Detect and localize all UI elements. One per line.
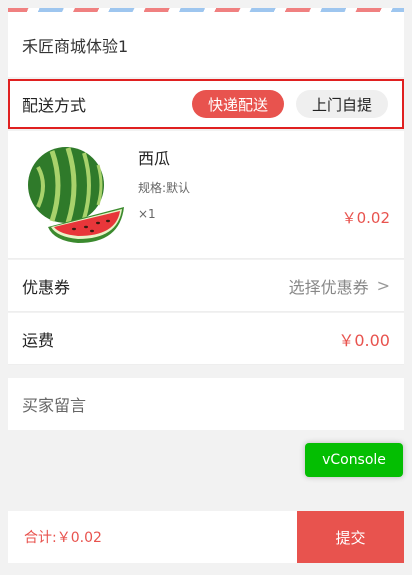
product-spec: 规格:默认 [138, 181, 191, 195]
submit-button[interactable]: 提交 [297, 511, 404, 563]
buyer-message-input[interactable]: 买家留言 [8, 378, 404, 430]
checkout-footer: 合计:￥0.02 提交 [8, 511, 404, 563]
product-quantity: ×1 [138, 207, 156, 221]
buyer-message-placeholder: 买家留言 [22, 396, 87, 415]
delivery-label: 配送方式 [22, 96, 87, 115]
coupon-row[interactable]: 优惠券 选择优惠券 > [8, 260, 404, 312]
delivery-method-section: 配送方式 快递配送 上门自提 [8, 79, 404, 129]
airmail-border [8, 8, 404, 12]
coupon-label: 优惠券 [22, 277, 71, 297]
order-total: 合计:￥0.02 [24, 530, 102, 546]
vconsole-button[interactable]: vConsole [305, 443, 403, 477]
store-header: 禾匠商城体验1 [8, 12, 404, 77]
coupon-value: 选择优惠券 > [289, 274, 390, 298]
product-price: ￥0.02 [341, 209, 390, 227]
product-name: 西瓜 [138, 149, 171, 168]
watermelon-image [28, 147, 124, 243]
product-item[interactable]: 西瓜 规格:默认 ×1 ￥0.02 [8, 131, 404, 259]
express-delivery-button[interactable]: 快递配送 [192, 90, 284, 118]
freight-row: 运费 ￥0.00 [8, 313, 404, 365]
freight-value: ￥0.00 [338, 330, 390, 350]
freight-label: 运费 [22, 330, 55, 350]
self-pickup-button[interactable]: 上门自提 [296, 90, 388, 118]
delivery-options: 快递配送 上门自提 [192, 90, 388, 118]
store-name: 禾匠商城体验1 [22, 36, 129, 56]
chevron-right-icon: > [376, 276, 390, 295]
coupon-select-text: 选择优惠券 [288, 277, 369, 297]
